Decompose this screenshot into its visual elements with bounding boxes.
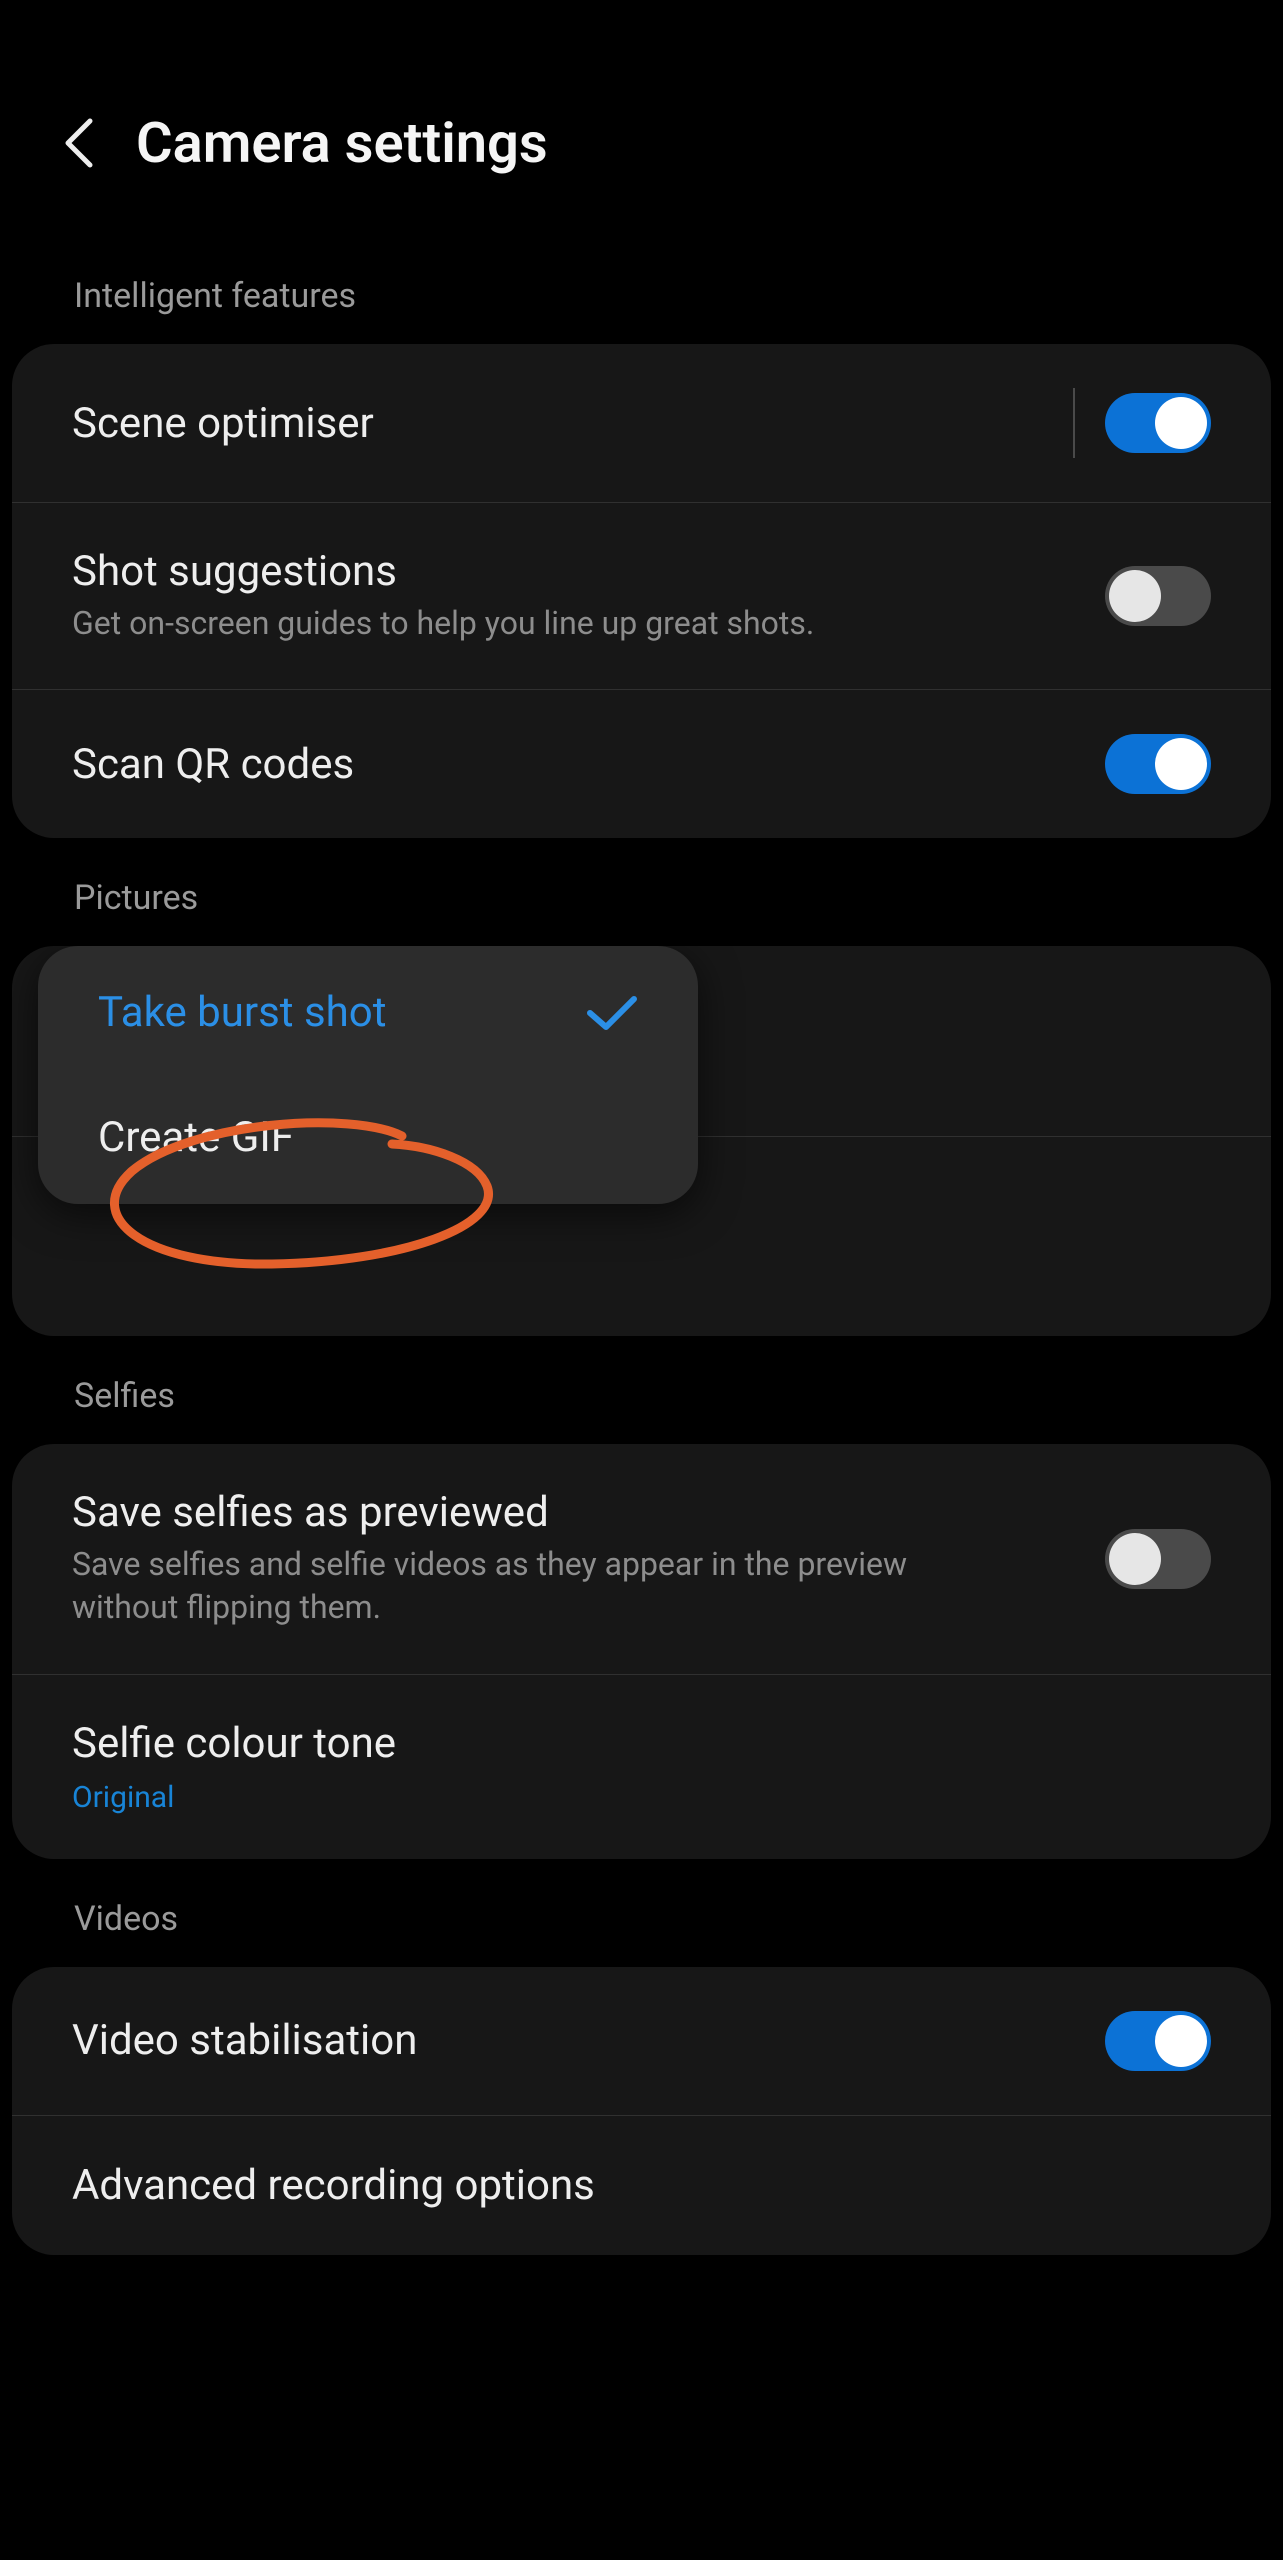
toggle-scene-optimiser[interactable] xyxy=(1105,393,1211,453)
section-heading-pictures: Pictures xyxy=(0,838,1283,946)
card-intelligent: Scene optimiser Shot suggestions Get on-… xyxy=(12,344,1271,838)
row-advanced-recording-options[interactable]: Advanced recording options xyxy=(12,2115,1271,2255)
popup-item-label: Create GIF xyxy=(98,1113,294,1162)
row-shot-suggestions[interactable]: Shot suggestions Get on-screen guides to… xyxy=(12,502,1271,689)
section-heading-intelligent: Intelligent features xyxy=(0,236,1283,344)
vertical-divider xyxy=(1073,388,1075,458)
row-save-selfies-previewed[interactable]: Save selfies as previewed Save selfies a… xyxy=(12,1444,1271,1673)
toggle-video-stabilisation[interactable] xyxy=(1105,2011,1211,2071)
popup-item-label: Take burst shot xyxy=(98,988,386,1037)
section-heading-videos: Videos xyxy=(0,1859,1283,1967)
row-scene-optimiser[interactable]: Scene optimiser xyxy=(12,344,1271,502)
card-videos: Video stabilisation Advanced recording o… xyxy=(12,1967,1271,2255)
card-pictures: Picture formats Take burst shot Create G… xyxy=(12,946,1271,1336)
toggle-save-selfies-previewed[interactable] xyxy=(1105,1529,1211,1589)
header: Camera settings xyxy=(0,0,1283,236)
popup-item-take-burst-shot[interactable]: Take burst shot xyxy=(38,950,698,1075)
row-title: Video stabilisation xyxy=(72,2016,417,2065)
popup-swipe-shutter-options: Take burst shot Create GIF xyxy=(38,946,698,1204)
check-icon xyxy=(586,993,638,1033)
row-title: Scan QR codes xyxy=(72,740,354,789)
back-icon[interactable] xyxy=(60,115,96,171)
row-title: Advanced recording options xyxy=(72,2161,595,2210)
row-video-stabilisation[interactable]: Video stabilisation xyxy=(12,1967,1271,2115)
page-title: Camera settings xyxy=(136,110,548,176)
toggle-scan-qr[interactable] xyxy=(1105,734,1211,794)
row-title: Selfie colour tone xyxy=(72,1719,396,1768)
row-scan-qr[interactable]: Scan QR codes xyxy=(12,689,1271,838)
row-title: Scene optimiser xyxy=(72,399,374,448)
row-selfie-colour-tone[interactable]: Selfie colour tone Original xyxy=(12,1674,1271,1859)
popup-item-create-gif[interactable]: Create GIF xyxy=(38,1075,698,1200)
row-subtitle: Get on-screen guides to help you line up… xyxy=(72,602,814,645)
row-title: Save selfies as previewed xyxy=(72,1488,972,1537)
row-subtitle: Save selfies and selfie videos as they a… xyxy=(72,1543,972,1629)
section-heading-selfies: Selfies xyxy=(0,1336,1283,1444)
row-value: Original xyxy=(72,1780,396,1815)
card-selfies: Save selfies as previewed Save selfies a… xyxy=(12,1444,1271,1858)
row-title: Shot suggestions xyxy=(72,547,814,596)
toggle-shot-suggestions[interactable] xyxy=(1105,566,1211,626)
